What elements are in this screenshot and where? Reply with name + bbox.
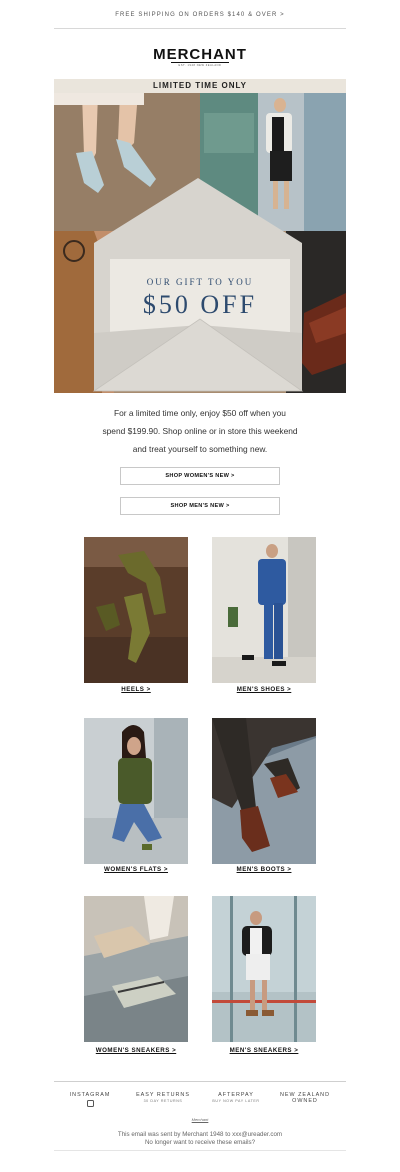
mens-sneakers-link[interactable]: MEN'S SNEAKERS > [194,1047,334,1054]
brand-tagline: EST. 1948 NEW ZEALAND [178,64,222,67]
instagram-icon [86,1100,94,1107]
mens-shoes-link[interactable]: MEN'S SHOES > [194,686,334,693]
womens-sneakers-link[interactable]: WOMEN'S SNEAKERS > [66,1047,206,1054]
hero-gift-text: OUR GIFT TO YOU [147,277,253,287]
heels-link[interactable]: HEELS > [66,686,206,693]
shipping-banner-link[interactable]: FREE SHIPPING ON ORDERS $140 & OVER > [0,12,400,18]
hero-image[interactable]: OUR GIFT TO YOU $50 OFF [54,93,346,393]
unsubscribe-link[interactable]: No longer want to receive these emails? [54,1139,346,1146]
mens-boots-image[interactable] [212,718,316,864]
divider [54,28,346,29]
mens-sneakers-image[interactable] [212,896,316,1042]
instagram-label: INSTAGRAM [69,1092,111,1098]
sent-by-text: This email was sent by Merchant 1948 to … [117,1131,283,1138]
footer-divider [54,1081,346,1082]
footer-bottom-divider [54,1150,346,1151]
intro-line: spend $199.90. Shop online or in store t… [102,426,298,436]
shop-womens-new-button[interactable]: SHOP WOMEN'S NEW > [120,467,280,485]
afterpay-sub: BUY NOW PAY LATER [212,1099,260,1103]
brand-logo[interactable]: MERCHANT [0,46,400,63]
womens-sneakers-image[interactable] [84,896,188,1042]
mens-boots-link[interactable]: MEN'S BOOTS > [194,866,334,873]
easy-returns-sub: 30 DAY RETURNS [143,1099,183,1103]
logo-underline [171,62,229,63]
mens-shoes-image[interactable] [212,537,316,683]
promo-banner-text: LIMITED TIME ONLY [152,81,248,90]
heels-image[interactable] [84,537,188,683]
easy-returns-label: EASY RETURNS [136,1092,190,1098]
instagram-link[interactable]: INSTAGRAM [55,1092,125,1107]
nz-owned-link[interactable]: NEW ZEALAND OWNED [270,1092,340,1104]
intro-line: For a limited time only, enjoy $50 off w… [114,408,286,418]
easy-returns-link[interactable]: EASY RETURNS 30 DAY RETURNS [128,1092,198,1103]
afterpay-link[interactable]: AFTERPAY BUY NOW PAY LATER [201,1092,271,1103]
intro-copy: For a limited time only, enjoy $50 off w… [54,404,346,458]
womens-flats-link[interactable]: WOMEN'S FLATS > [66,866,206,873]
shop-mens-new-button[interactable]: SHOP MEN'S NEW > [120,497,280,515]
footer-logo[interactable]: Merchant [54,1117,346,1122]
afterpay-label: AFTERPAY [218,1092,254,1098]
hero-discount-text: $50 OFF [143,290,257,319]
nz-owned-line2: OWNED [292,1098,318,1104]
womens-flats-image[interactable] [84,718,188,864]
intro-line: and treat yourself to something new. [132,444,268,454]
